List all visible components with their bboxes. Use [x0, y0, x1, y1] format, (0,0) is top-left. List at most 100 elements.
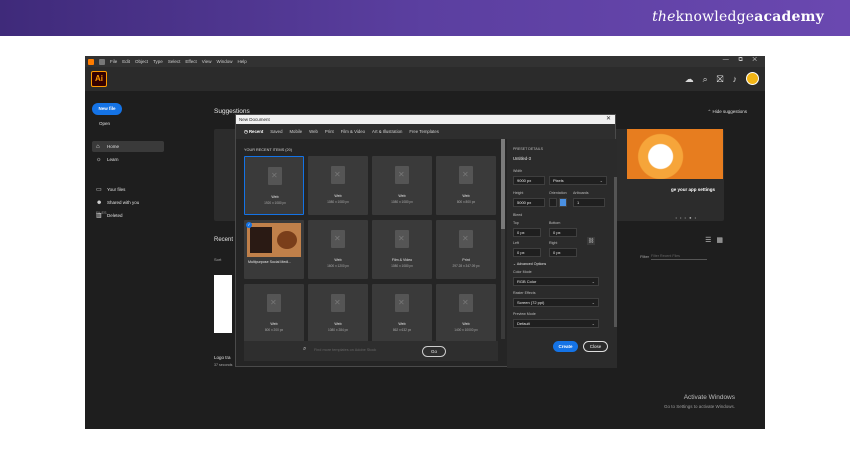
new-file-button[interactable]: New file [92, 103, 122, 115]
search-icon[interactable]: ⌕ [703, 73, 708, 85]
preview-mode-select[interactable]: Default ⌄ [513, 319, 599, 328]
list-view-icon[interactable]: ☰ [705, 236, 711, 244]
home-menu-icon[interactable] [99, 58, 105, 65]
tab-free-templates[interactable]: Free Templates [409, 129, 439, 134]
promo-image[interactable] [627, 129, 723, 179]
grid-view-icon[interactable]: ▦ [716, 236, 723, 244]
tile-name: Web [462, 194, 470, 198]
document-icon [331, 166, 345, 184]
preset-tile[interactable]: Web 1920 x 1080 px [244, 156, 304, 215]
sidebar-item-your-files[interactable]: ▭ Your files [92, 184, 164, 195]
sort-label[interactable]: Sort [214, 257, 221, 262]
sidebar-item-label: Deleted [107, 213, 123, 218]
sidebar-item-deleted[interactable]: ▥ Deleted [92, 210, 164, 221]
units-select[interactable]: Pixels ⌄ [549, 176, 607, 185]
carousel-dots[interactable]: • • • ● • [676, 215, 697, 220]
scrollbar-thumb[interactable] [501, 139, 505, 229]
bleed-top-input[interactable]: 0 px [513, 228, 541, 237]
trash-icon: ▥ [96, 213, 102, 219]
preset-tile[interactable]: Web 1080 x 1080 px [308, 156, 368, 215]
go-button[interactable]: Go [422, 346, 446, 357]
tab-saved[interactable]: Saved [270, 129, 282, 134]
tiles-scrollbar[interactable] [501, 139, 505, 339]
recent-file-thumbnail[interactable] [214, 275, 232, 333]
menu-help[interactable]: Help [237, 59, 246, 64]
bleed-bottom-input[interactable]: 0 px [549, 228, 577, 237]
brand-logo: theknowledgeacademy [652, 9, 824, 25]
advanced-options-toggle[interactable]: ⌄ Advanced Options [513, 262, 546, 266]
preset-tile[interactable]: Web 800 x 800 px [436, 156, 496, 215]
preset-tile[interactable]: Web 1400 x 10000 px [436, 284, 496, 343]
tab-web[interactable]: Web [309, 129, 318, 134]
document-icon [459, 294, 473, 312]
tab-print[interactable]: Print [325, 129, 334, 134]
menu-effect[interactable]: Effect [185, 59, 196, 64]
document-icon [267, 294, 281, 312]
tab-art-illustration[interactable]: Art & Illustration [372, 129, 402, 134]
app-menu-icon[interactable] [88, 58, 94, 65]
tab-recent[interactable]: ◷ Recent [244, 129, 263, 135]
cloud-icon[interactable]: ☁ [685, 73, 694, 85]
menu-select[interactable]: Select [168, 59, 181, 64]
dialog-title: New Document [239, 117, 270, 122]
raster-effects-select[interactable]: Screen (72 ppi) ⌄ [513, 298, 599, 307]
sidebar-item-shared[interactable]: ☻ Shared with you [92, 197, 164, 208]
close-button[interactable]: Close [583, 341, 608, 352]
preset-tile[interactable]: Web 1600 x 1200 px [308, 220, 368, 279]
chevron-down-icon: ⌄ [599, 178, 603, 183]
bell-icon[interactable]: ♪ [733, 73, 738, 85]
illustrator-window: File Edit Object Type Select Effect View… [85, 56, 765, 429]
preset-tile[interactable]: Web 1080 x 1080 px [372, 156, 432, 215]
preset-tile[interactable]: Web 862 x 632 px [372, 284, 432, 343]
sidebar-item-label: Your files [107, 187, 126, 192]
preset-tile[interactable]: Web 800 x 200 px [244, 284, 304, 343]
gift-icon[interactable]: ⛝ [717, 73, 724, 85]
landscape-orientation-button[interactable] [559, 198, 567, 207]
preset-tile[interactable]: Web 1080 x 284 px [308, 284, 368, 343]
tile-name: Web [462, 322, 470, 326]
tab-mobile[interactable]: Mobile [289, 129, 302, 134]
document-name-field[interactable]: Untitled-3 [513, 156, 531, 161]
stock-search-input[interactable]: Find more templates on Adobe Stock [314, 348, 376, 352]
tab-film-video[interactable]: Film & Video [341, 129, 365, 134]
color-mode-select[interactable]: RGB Color ⌄ [513, 277, 599, 286]
details-scrollbar[interactable] [614, 177, 617, 327]
artboards-label: Artboards [573, 191, 589, 195]
hide-suggestions-button[interactable]: ⌃ Hide suggestions [707, 109, 747, 115]
recent-items-panel: YOUR RECENT ITEMS (20) Web 1920 x 1080 p… [236, 139, 501, 368]
menu-edit[interactable]: Edit [122, 59, 130, 64]
sidebar-item-home[interactable]: ⌂ Home [92, 141, 164, 152]
avatar[interactable] [746, 72, 759, 85]
menu-view[interactable]: View [202, 59, 212, 64]
color-mode-value: RGB Color [517, 279, 537, 284]
menu-file[interactable]: File [110, 59, 117, 64]
tile-name: Web [270, 322, 278, 326]
bleed-right-input[interactable]: 0 px [549, 248, 577, 257]
height-input[interactable]: 5000 px [513, 198, 545, 207]
filter-input[interactable]: Filter Recent Files [651, 252, 707, 260]
menu-type[interactable]: Type [153, 59, 163, 64]
document-icon [268, 167, 282, 185]
portrait-orientation-button[interactable] [549, 198, 557, 207]
tab-label: Recent [248, 128, 264, 134]
bleed-top-label: Top [513, 221, 519, 225]
tile-name: Web [271, 195, 279, 199]
artboards-input[interactable]: 1 [573, 198, 605, 207]
menu-object[interactable]: Object [135, 59, 148, 64]
brand-banner: theknowledgeacademy [0, 0, 850, 36]
tile-size: 800 x 200 px [264, 328, 284, 332]
template-tile[interactable]: ✓ Multipurpose Social Medi... [244, 220, 304, 279]
window-controls[interactable]: — ⧉ ✕ [723, 57, 761, 64]
menu-window[interactable]: Window [216, 59, 232, 64]
bleed-left-input[interactable]: 0 px [513, 248, 541, 257]
preset-tile[interactable]: Print 297.28 x 347.09 px [436, 220, 496, 279]
preset-tile[interactable]: Film & Video 1080 x 1080 px [372, 220, 432, 279]
filter-label: Filter [640, 254, 649, 259]
create-button[interactable]: Create [553, 341, 578, 352]
sidebar-item-learn[interactable]: ☼ Learn [92, 154, 164, 165]
link-icon[interactable]: ⛓ [587, 237, 595, 245]
width-input[interactable]: 9000 px [513, 176, 545, 185]
open-button[interactable]: Open [99, 121, 110, 126]
close-icon[interactable]: ✕ [606, 115, 611, 124]
height-label: Height [513, 191, 524, 195]
